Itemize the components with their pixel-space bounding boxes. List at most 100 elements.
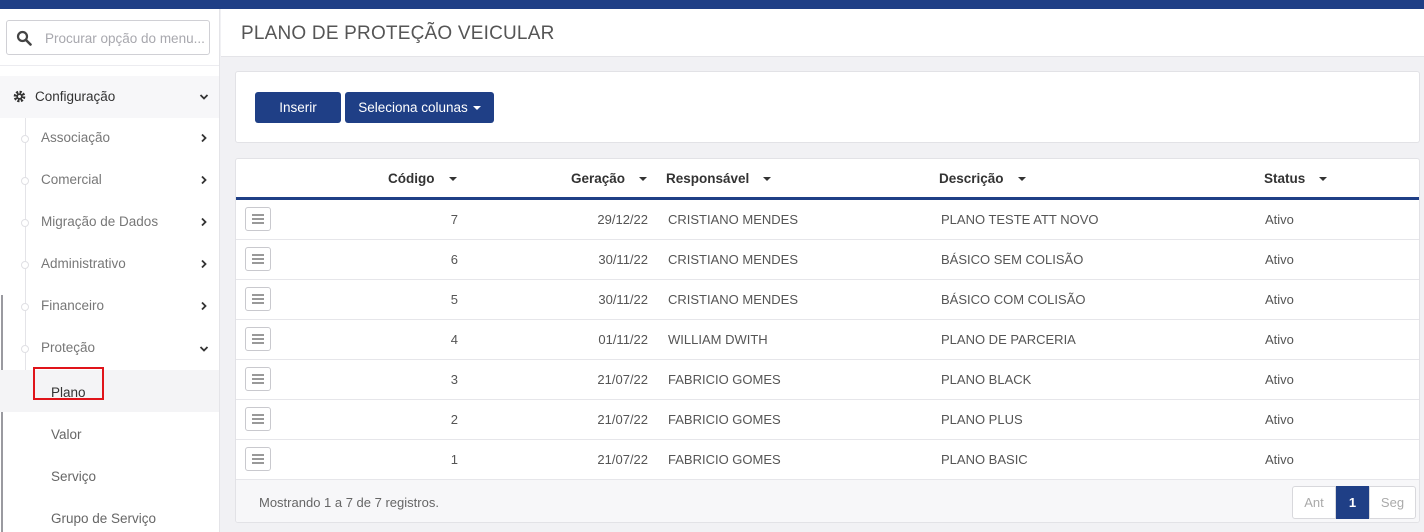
sidebar-item-label: Grupo de Serviço	[51, 511, 157, 526]
cell-codigo: 4	[450, 332, 458, 347]
sort-caret-icon	[448, 177, 457, 182]
cell-responsavel: WILLIAM DWITH	[668, 332, 768, 347]
tree-node-icon	[21, 177, 29, 185]
top-bar	[0, 0, 1424, 9]
hamburger-icon	[252, 294, 264, 304]
sidebar-subitem-servico[interactable]: Serviço	[0, 454, 219, 496]
insert-button[interactable]: Inserir	[255, 92, 341, 123]
column-header-descricao[interactable]: Descrição	[939, 171, 1026, 186]
cell-status: Ativo	[1265, 292, 1294, 307]
cell-status: Ativo	[1265, 372, 1294, 387]
column-header-status[interactable]: Status	[1264, 171, 1328, 186]
column-header-label: Código	[388, 171, 435, 186]
table-row[interactable]: 5 30/11/22 CRISTIANO MENDES BÁSICO COM C…	[236, 280, 1419, 320]
sidebar: Configuração Associação Comercial Migraç…	[0, 9, 220, 532]
table-footer: Mostrando 1 a 7 de 7 registros. Ant 1 Se…	[236, 479, 1419, 522]
chevron-right-icon	[201, 259, 207, 269]
row-menu-button[interactable]	[245, 287, 271, 311]
cell-status: Ativo	[1265, 252, 1294, 267]
sort-caret-icon	[1017, 177, 1026, 182]
cell-codigo: 3	[450, 372, 458, 387]
menu-search[interactable]	[6, 20, 210, 55]
tree-node-icon	[21, 303, 29, 311]
select-columns-button[interactable]: Seleciona colunas	[345, 92, 494, 123]
cell-status: Ativo	[1265, 332, 1294, 347]
cell-geracao: 29/12/22	[597, 212, 648, 227]
sidebar-divider	[0, 65, 219, 66]
table-row[interactable]: 6 30/11/22 CRISTIANO MENDES BÁSICO SEM C…	[236, 240, 1419, 280]
sidebar-subitem-valor[interactable]: Valor	[0, 412, 219, 454]
pagination-page-button[interactable]: 1	[1336, 486, 1369, 519]
table-row[interactable]: 1 21/07/22 FABRICIO GOMES PLANO BASIC At…	[236, 440, 1419, 480]
column-header-label: Responsável	[666, 171, 750, 186]
cell-descricao: PLANO BASIC	[941, 452, 1028, 467]
sidebar-item-label: Administrativo	[41, 256, 126, 271]
sidebar-item-label: Valor	[51, 427, 82, 442]
row-menu-button[interactable]	[245, 367, 271, 391]
sidebar-item-label: Proteção	[41, 340, 96, 355]
sidebar-item-migracao-de-dados[interactable]: Migração de Dados	[0, 202, 219, 244]
cell-responsavel: FABRICIO GOMES	[668, 452, 781, 467]
sidebar-item-label: Migração de Dados	[41, 214, 159, 229]
cell-codigo: 6	[450, 252, 458, 267]
sidebar-subitem-grupo-de-servico[interactable]: Grupo de Serviço	[0, 496, 219, 532]
pagination-next-button[interactable]: Seg	[1369, 486, 1416, 519]
cell-geracao: 21/07/22	[597, 372, 648, 387]
row-menu-button[interactable]	[245, 407, 271, 431]
sidebar-item-associacao[interactable]: Associação	[0, 118, 219, 160]
cell-status: Ativo	[1265, 452, 1294, 467]
cell-codigo: 7	[450, 212, 458, 227]
table-row[interactable]: 3 21/07/22 FABRICIO GOMES PLANO BLACK At…	[236, 360, 1419, 400]
column-header-responsavel[interactable]: Responsável	[666, 171, 772, 186]
hamburger-icon	[252, 454, 264, 464]
cell-descricao: PLANO DE PARCERIA	[941, 332, 1076, 347]
table-row[interactable]: 4 01/11/22 WILLIAM DWITH PLANO DE PARCER…	[236, 320, 1419, 360]
toolbar-panel: Inserir Seleciona colunas	[235, 71, 1420, 143]
chevron-right-icon	[201, 301, 207, 311]
row-menu-button[interactable]	[245, 447, 271, 471]
chevron-right-icon	[201, 175, 207, 185]
pagination: Ant 1 Seg	[1292, 486, 1416, 519]
cell-geracao: 21/07/22	[597, 412, 648, 427]
search-icon	[16, 30, 32, 46]
tree-node-icon	[21, 219, 29, 227]
sidebar-item-administrativo[interactable]: Administrativo	[0, 244, 219, 286]
sidebar-item-configuracao[interactable]: Configuração	[0, 76, 219, 118]
cell-descricao: PLANO TESTE ATT NOVO	[941, 212, 1099, 227]
caret-down-icon	[472, 106, 481, 111]
column-header-geracao[interactable]: Geração	[571, 171, 648, 186]
table-row[interactable]: 7 29/12/22 CRISTIANO MENDES PLANO TESTE …	[236, 200, 1419, 240]
chevron-right-icon	[201, 217, 207, 227]
cell-geracao: 01/11/22	[598, 332, 648, 347]
cell-status: Ativo	[1265, 412, 1294, 427]
chevron-right-icon	[201, 133, 207, 143]
sort-caret-icon	[1319, 177, 1328, 182]
pagination-prev-button[interactable]: Ant	[1292, 486, 1336, 519]
tree-node-icon	[21, 135, 29, 143]
sidebar-item-comercial[interactable]: Comercial	[0, 160, 219, 202]
chevron-down-icon	[199, 346, 209, 352]
column-header-label: Status	[1264, 171, 1306, 186]
page-header: PLANO DE PROTEÇÃO VEICULAR	[221, 9, 1424, 57]
column-header-codigo[interactable]: Código	[388, 171, 457, 186]
highlight-annotation-box	[33, 367, 104, 400]
chevron-down-icon	[199, 94, 209, 100]
row-menu-button[interactable]	[245, 207, 271, 231]
hamburger-icon	[252, 254, 264, 264]
table-row[interactable]: 2 21/07/22 FABRICIO GOMES PLANO PLUS Ati…	[236, 400, 1419, 440]
sidebar-item-protecao[interactable]: Proteção	[0, 328, 219, 370]
cell-responsavel: FABRICIO GOMES	[668, 412, 781, 427]
row-menu-button[interactable]	[245, 327, 271, 351]
sort-caret-icon	[763, 177, 772, 182]
cell-responsavel: CRISTIANO MENDES	[668, 292, 799, 307]
gear-icon	[13, 90, 26, 103]
cell-geracao: 30/11/22	[598, 252, 648, 267]
select-columns-label: Seleciona colunas	[358, 100, 468, 115]
sidebar-item-financeiro[interactable]: Financeiro	[0, 286, 219, 328]
table-panel: Código Geração Responsável Descrição Sta…	[235, 158, 1420, 523]
sidebar-item-label: Associação	[41, 130, 111, 145]
hamburger-icon	[252, 214, 264, 224]
menu-search-input[interactable]	[45, 27, 207, 49]
row-menu-button[interactable]	[245, 247, 271, 271]
cell-status: Ativo	[1265, 212, 1294, 227]
